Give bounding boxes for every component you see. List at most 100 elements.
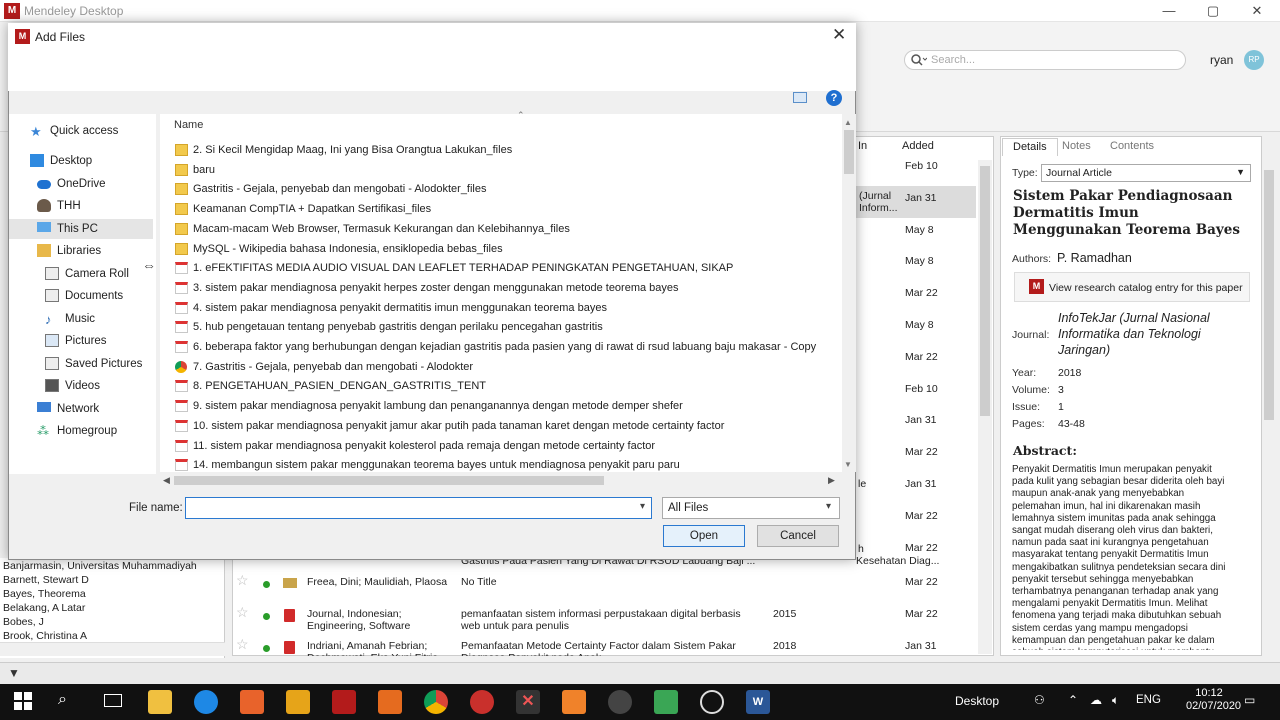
avatar[interactable]: RP [1244,50,1264,70]
close-button[interactable]: ✕ [1234,0,1280,22]
side-list-scrollbar[interactable] [0,642,225,656]
file-row[interactable]: 9. sistem pakar mendiagnosa penyakit lam… [175,398,835,417]
type-select[interactable]: Journal Article ▼ [1041,164,1251,182]
file-row[interactable]: 8. PENGETAHUAN_PASIEN_DENGAN_GASTRITIS_T… [175,378,835,397]
file-row[interactable]: 1. eFEKTIFITAS MEDIA AUDIO VISUAL DAN LE… [175,260,835,279]
table-scroll-thumb[interactable] [980,166,990,416]
list-item[interactable]: Banjarmasin, Universitas Muhammadiyah [3,560,197,572]
nav-item-documents[interactable]: Documents [45,289,123,302]
column-header-added[interactable]: Added [902,140,934,152]
file-type-select[interactable]: All Files [662,497,840,519]
app-icon[interactable] [700,690,724,714]
nav-item-thh[interactable]: THH [37,199,81,212]
app-icon[interactable] [654,690,678,714]
list-item[interactable]: Bobes, J [3,616,44,628]
file-row[interactable]: 4. sistem pakar mendiagnosa penyakit der… [175,300,835,319]
file-row[interactable]: Keamanan CompTIA + Dapatkan Sertifikasi_… [175,201,835,220]
app-icon[interactable] [240,690,264,714]
authors-value[interactable]: P. Ramadhan [1057,251,1132,265]
column-header-name[interactable]: Name [174,119,203,131]
scroll-left-icon[interactable]: ◀ [163,475,170,486]
nav-item-homegroup[interactable]: ⁂ Homegroup [37,424,117,438]
tab-contents[interactable]: Contents [1100,138,1164,156]
mendeley-taskbar-icon[interactable] [332,690,356,714]
cancel-button[interactable]: Cancel [757,525,839,547]
file-row[interactable]: 5. hub pengetauan tentang penyebab gastr… [175,319,835,338]
nav-item-quick-access[interactable]: ★ Quick access [30,124,118,139]
file-row[interactable]: 11. sistem pakar mendiagnosa penyakit ko… [175,438,835,457]
file-row[interactable]: 10. sistem pakar mendiagnosa penyakit ja… [175,418,835,437]
search-icon[interactable]: ⌕ [58,691,67,709]
volume-icon[interactable]: 🔈︎ [1112,693,1119,708]
file-row[interactable]: 6. beberapa faktor yang berhubungan deng… [175,339,835,358]
view-options-icon[interactable] [793,92,807,103]
nav-item-network[interactable]: Network [37,402,99,415]
file-list-hscroll-thumb[interactable] [174,476,604,485]
xampp-icon[interactable]: ✕ [516,690,540,714]
nav-item-videos[interactable]: Videos [45,379,100,392]
windows-start-icon[interactable] [14,692,32,713]
star-icon[interactable]: ☆ [236,606,249,618]
language-indicator[interactable]: ENG [1136,694,1161,706]
dialog-close-button[interactable]: ✕ [832,25,846,45]
paper-title[interactable]: Sistem Pakar Pendiagnosaan Dermatitis Im… [1013,188,1248,239]
tab-details[interactable]: Details [1002,138,1058,156]
file-row[interactable]: Gastritis - Gejala, penyebab dan mengoba… [175,181,835,200]
list-item[interactable]: Barnett, Stewart D [3,574,89,586]
minimize-button[interactable]: — [1146,0,1192,22]
open-button[interactable]: Open [663,525,745,547]
nav-item-this-pc[interactable]: This PC [37,222,98,235]
task-view-icon[interactable] [104,694,122,707]
app-icon[interactable] [378,690,402,714]
nav-item-saved-pictures[interactable]: Saved Pictures [45,357,142,370]
nav-item-pictures[interactable]: Pictures [45,334,107,347]
list-item[interactable]: Bayes, Theorema [3,588,86,600]
pages-value[interactable]: 43-48 [1058,418,1085,430]
file-explorer-icon[interactable] [148,690,172,714]
nav-item-desktop[interactable]: Desktop [30,154,92,167]
year-value[interactable]: 2018 [1058,367,1081,379]
search-input[interactable]: Search... [904,50,1186,70]
cloud-icon[interactable]: ☁ [1090,693,1102,707]
scroll-down-icon[interactable]: ▼ [844,460,852,469]
file-name-input[interactable] [185,497,652,519]
star-icon[interactable]: ☆ [236,638,249,650]
list-item[interactable]: Brook, Christina A [3,630,87,642]
file-list-scroll-thumb[interactable] [844,130,854,174]
chrome-icon[interactable] [424,690,448,714]
file-row[interactable]: 7. Gastritis - Gejala, penyebab dan meng… [175,359,835,378]
edge-browser-icon[interactable] [194,690,218,714]
abstract-text[interactable]: Penyakit Dermatitis Imun merupakan penya… [1012,464,1234,650]
volume-value[interactable]: 3 [1058,384,1064,396]
table-row[interactable]: ☆ Freea, Dini; Maulidiah, Plaosa No Titl… [233,572,977,604]
filter-icon[interactable]: ▼ [8,666,20,680]
table-row[interactable]: ☆ Journal, Indonesian; Engineering, Soft… [233,604,977,636]
issue-value[interactable]: 1 [1058,401,1064,413]
scroll-up-icon[interactable]: ▲ [844,118,852,127]
app-icon[interactable] [562,690,586,714]
nav-item-music[interactable]: ♪ Music [45,312,95,327]
file-row[interactable]: 2. Si Kecil Mengidap Maag, Ini yang Bisa… [175,142,835,161]
file-row[interactable]: Macam-macam Web Browser, Termasuk Kekura… [175,221,835,240]
sublime-text-icon[interactable] [286,690,310,714]
star-icon[interactable]: ☆ [236,574,249,586]
catalog-entry-button[interactable]: M View research catalog entry for this p… [1014,272,1250,302]
nav-item-libraries[interactable]: Libraries [37,244,101,257]
clock[interactable]: 10:12 02/07/2020 [1186,687,1241,713]
file-row[interactable]: MySQL - Wikipedia bahasa Indonesia, ensi… [175,241,835,260]
details-scroll-thumb[interactable] [1264,170,1274,420]
file-row[interactable]: 3. sistem pakar mendiagnosa penyakit her… [175,280,835,299]
app-icon[interactable] [608,690,632,714]
notifications-icon[interactable]: ▭ [1244,693,1255,707]
people-icon[interactable]: ⚇ [1034,693,1045,707]
desktop-toolbar-label[interactable]: Desktop [955,694,999,708]
help-icon[interactable]: ? [826,90,842,106]
file-row[interactable]: baru [175,162,835,181]
chevron-up-icon[interactable]: ⌃ [1068,693,1078,707]
column-header-in[interactable]: In [858,140,867,152]
journal-value[interactable]: InfoTekJar (Jurnal Nasional Informatika … [1058,310,1248,358]
chevron-down-icon[interactable]: ▾ [826,501,831,512]
maximize-button[interactable]: ▢ [1190,0,1236,22]
nav-item-camera-roll[interactable]: Camera Roll [45,267,129,280]
word-icon[interactable]: W [746,690,770,714]
